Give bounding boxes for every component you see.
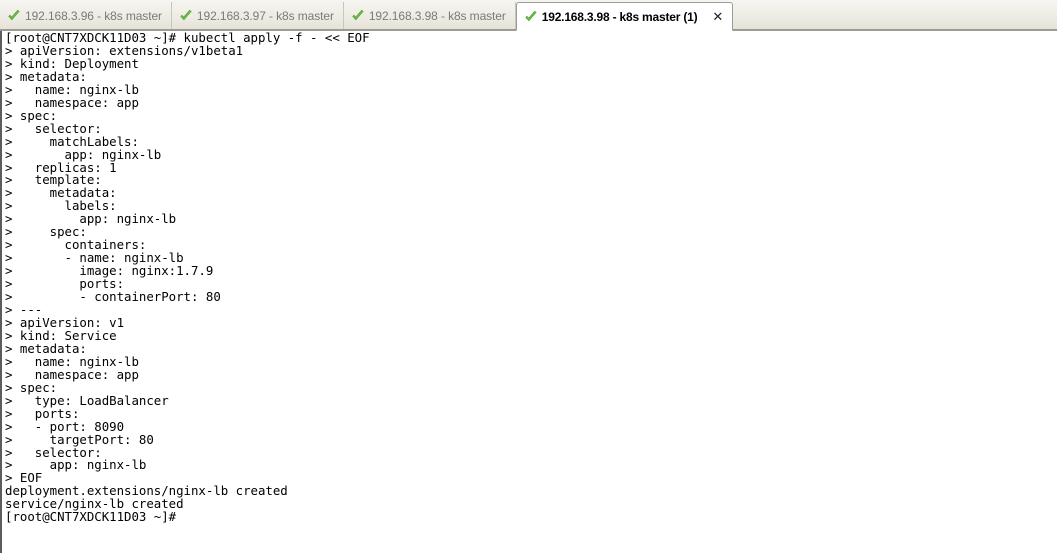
green-check-icon (7, 9, 21, 23)
close-icon[interactable]: ✕ (709, 9, 726, 24)
green-check-icon (524, 10, 538, 24)
tab-label: 192.168.3.98 - k8s master (1) (541, 9, 698, 24)
tab-192-168-3-96[interactable]: 192.168.3.96 - k8s master (0, 2, 172, 29)
tab-192-168-3-98[interactable]: 192.168.3.98 - k8s master (344, 2, 516, 29)
tab-192-168-3-97[interactable]: 192.168.3.97 - k8s master (172, 2, 344, 29)
terminal-output: [root@CNT7XDCK11D03 ~]# kubectl apply -f… (5, 31, 370, 525)
tab-192-168-3-98-1[interactable]: 192.168.3.98 - k8s master (1) ✕ (515, 2, 734, 31)
tab-label: 192.168.3.96 - k8s master (25, 8, 162, 23)
green-check-icon (351, 9, 365, 23)
tab-label: 192.168.3.97 - k8s master (196, 8, 334, 23)
tab-label: 192.168.3.98 - k8s master (368, 8, 506, 23)
terminal-pane[interactable]: [root@CNT7XDCK11D03 ~]# kubectl apply -f… (0, 31, 1057, 553)
tab-bar: 192.168.3.96 - k8s master 192.168.3.97 -… (0, 0, 1057, 31)
green-check-icon (179, 9, 193, 23)
